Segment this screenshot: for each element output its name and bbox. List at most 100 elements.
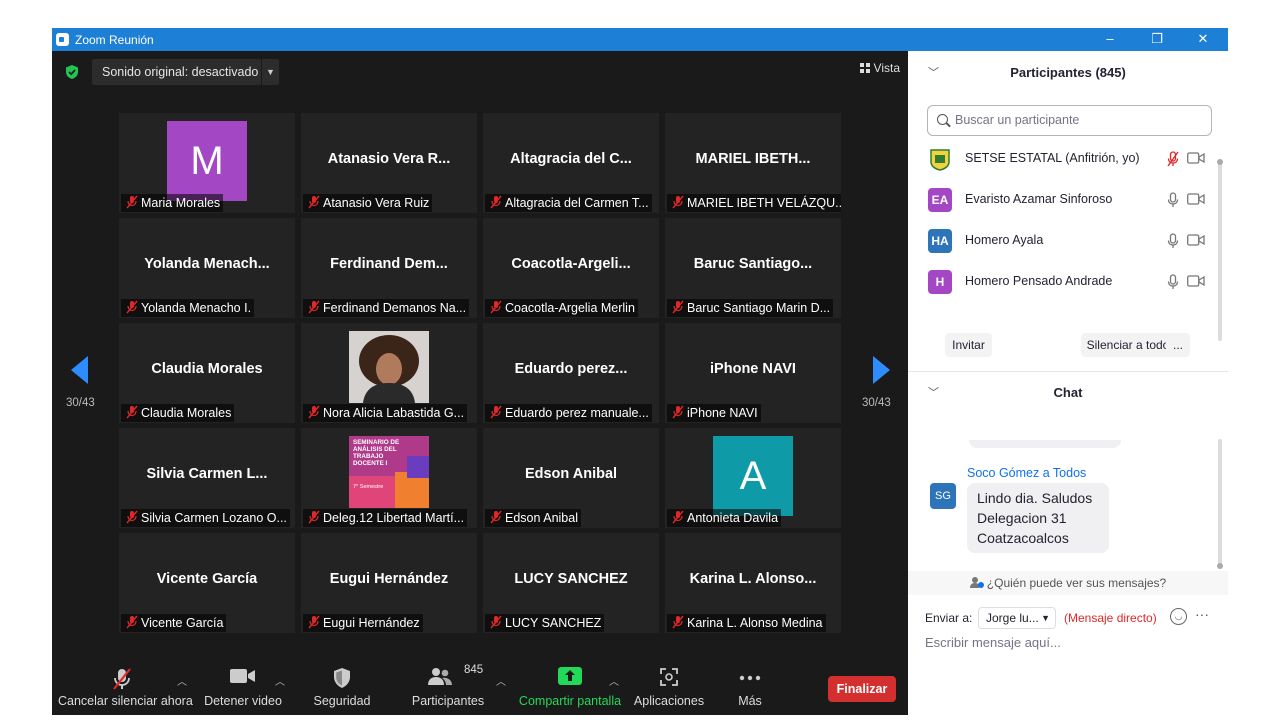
search-icon bbox=[937, 114, 948, 125]
participant-tile[interactable]: Karina L. Alonso... Karina L. Alonso Medi… bbox=[665, 533, 841, 633]
participant-tile[interactable]: Coacotla-Argeli... Coacotla-Argelia Merli… bbox=[483, 218, 659, 318]
participant-tile[interactable]: Altagracia del C... Altagracia del Carmen… bbox=[483, 113, 659, 213]
participant-display-name: MARIEL IBETH... bbox=[695, 151, 811, 167]
video-options-caret-icon[interactable]: ︿ bbox=[275, 673, 285, 688]
participant-row[interactable]: H Homero Pensado Andrade bbox=[908, 262, 1216, 303]
participant-display-name: Edson Anibal bbox=[524, 466, 618, 482]
participant-name: Baruc Santiago Marin D... bbox=[687, 301, 831, 315]
participant-name: Atanasio Vera Ruiz bbox=[323, 196, 430, 210]
more-options-button[interactable]: ... bbox=[1166, 333, 1190, 357]
chevron-down-icon[interactable]: ▼ bbox=[261, 59, 279, 85]
previous-page-arrow-icon[interactable] bbox=[71, 356, 88, 384]
avatar: M bbox=[167, 121, 247, 201]
unmute-button[interactable]: Cancelar silenciar ahora bbox=[58, 651, 193, 715]
participant-tile[interactable]: Edson Anibal Edson Anibal bbox=[483, 428, 659, 528]
participant-tile[interactable]: Ferdinand Dem... Ferdinand Demanos Na... bbox=[301, 218, 477, 318]
participant-name-label: Karina L. Alonso Medina bbox=[667, 614, 826, 632]
original-sound-button[interactable]: Sonido original: desactivado bbox=[92, 59, 262, 85]
chat-message-input[interactable]: Escribir mensaje aquí... bbox=[925, 635, 1215, 650]
apps-icon bbox=[660, 668, 678, 686]
who-can-see-link[interactable]: ¿Quién puede ver sus mensajes? bbox=[908, 571, 1228, 595]
share-options-caret-icon[interactable]: ︿ bbox=[609, 673, 619, 688]
apps-button[interactable]: Aplicaciones bbox=[632, 651, 706, 715]
audio-options-caret-icon[interactable]: ︿ bbox=[177, 673, 187, 688]
chat-scrollbar[interactable] bbox=[1217, 439, 1223, 569]
participant-display-name: Baruc Santiago... bbox=[693, 256, 813, 272]
stop-video-button[interactable]: Detener video bbox=[202, 651, 284, 715]
participant-tile[interactable]: LUCY SANCHEZ LUCY SANCHEZ bbox=[483, 533, 659, 633]
view-label: Vista bbox=[873, 61, 900, 75]
invite-button[interactable]: Invitar bbox=[945, 333, 992, 357]
participants-scrollbar[interactable] bbox=[1217, 159, 1223, 341]
mic-icon[interactable] bbox=[1166, 192, 1180, 208]
participant-tile[interactable]: M Maria Morales bbox=[119, 113, 295, 213]
video-camera-icon[interactable] bbox=[1187, 234, 1205, 246]
mic-icon[interactable] bbox=[1166, 233, 1180, 249]
participant-tile[interactable]: Claudia Morales Claudia Morales bbox=[119, 323, 295, 423]
participant-row[interactable]: EA Evaristo Azamar Sinforoso bbox=[908, 180, 1216, 221]
video-camera-icon[interactable] bbox=[1187, 152, 1205, 164]
collapse-chevron-icon[interactable]: ﹀ bbox=[928, 371, 939, 415]
participants-button[interactable]: 845 Participantes bbox=[408, 651, 488, 715]
participant-row[interactable]: SETSE ESTATAL (Anfitrión, yo) bbox=[908, 139, 1216, 180]
end-meeting-button[interactable]: Finalizar bbox=[828, 676, 896, 702]
participants-options-caret-icon[interactable]: ︿ bbox=[496, 673, 506, 688]
participant-tile[interactable]: iPhone NAVI iPhone NAVI bbox=[665, 323, 841, 423]
participant-name: LUCY SANCHEZ bbox=[505, 616, 602, 630]
participant-tile[interactable]: Nora Alicia Labastida G... bbox=[301, 323, 477, 423]
view-button[interactable]: Vista bbox=[859, 61, 900, 75]
participant-tile[interactable]: Yolanda Menach... Yolanda Menacho I. bbox=[119, 218, 295, 318]
zoom-app-icon bbox=[56, 33, 69, 46]
participant-tile[interactable]: MARIEL IBETH... MARIEL IBETH VELÁZQU... bbox=[665, 113, 841, 213]
collapse-chevron-icon[interactable]: ﹀ bbox=[928, 51, 939, 95]
muted-mic-icon bbox=[490, 510, 502, 524]
recipient-select[interactable]: Jorge lu... ▼ bbox=[978, 607, 1056, 629]
participant-tile[interactable]: SEMINARIO DE ANÁLISIS DEL TRABAJO DOCENTE I… bbox=[301, 428, 477, 528]
participant-name-label: iPhone NAVI bbox=[667, 404, 761, 422]
participant-tile[interactable]: Vicente García Vicente García bbox=[119, 533, 295, 633]
participant-name: Ferdinand Demanos Na... bbox=[323, 301, 467, 315]
mic-icon[interactable] bbox=[1166, 274, 1180, 290]
more-button[interactable]: Más bbox=[720, 651, 780, 715]
unmute-label: Cancelar silenciar ahora bbox=[58, 694, 193, 708]
send-to-label: Enviar a: bbox=[925, 611, 973, 625]
security-label: Seguridad bbox=[313, 694, 371, 708]
message-line: Delegacion 31 bbox=[977, 510, 1067, 526]
participant-name: Edson Anibal bbox=[505, 511, 578, 525]
security-button[interactable]: Seguridad bbox=[306, 651, 378, 715]
participant-name-label: Silvia Carmen Lozano O... bbox=[121, 509, 290, 527]
next-page-arrow-icon[interactable] bbox=[873, 356, 890, 384]
participant-tile[interactable]: Silvia Carmen L... Silvia Carmen Lozano O… bbox=[119, 428, 295, 528]
participant-tile[interactable]: A Antonieta Davila bbox=[665, 428, 841, 528]
muted-mic-icon bbox=[490, 405, 502, 419]
video-camera-icon[interactable] bbox=[1187, 275, 1205, 287]
participant-name-label: Edson Anibal bbox=[485, 509, 581, 527]
encryption-shield-icon[interactable] bbox=[64, 64, 80, 80]
participant-tile[interactable]: Eduardo perez... Eduardo perez manuale... bbox=[483, 323, 659, 423]
participants-title: Participantes (845) bbox=[1010, 65, 1126, 80]
muted-mic-icon[interactable] bbox=[1166, 151, 1180, 167]
participant-row[interactable]: HA Homero Ayala bbox=[908, 221, 1216, 262]
muted-mic-icon bbox=[113, 668, 131, 690]
participant-display-name: Eugui Hernández bbox=[329, 571, 449, 587]
emoji-icon[interactable]: ◡ bbox=[1170, 608, 1187, 625]
participant-tile[interactable]: Atanasio Vera R... Atanasio Vera Ruiz bbox=[301, 113, 477, 213]
participant-tile[interactable]: Eugui Hernández Eugui Hernández bbox=[301, 533, 477, 633]
meeting-area: Sonido original: desactivado ▼ Vista 30/… bbox=[52, 51, 908, 715]
participant-tile[interactable]: Baruc Santiago... Baruc Santiago Marin D.… bbox=[665, 218, 841, 318]
participant-search-input[interactable]: Buscar un participante bbox=[927, 105, 1212, 136]
participant-name: Deleg.12 Libertad Martí... bbox=[323, 511, 465, 525]
restore-button[interactable]: ❐ bbox=[1142, 30, 1172, 48]
participant-display-name: Altagracia del C... bbox=[510, 151, 632, 167]
participant-name: iPhone NAVI bbox=[687, 406, 758, 420]
minimize-button[interactable]: – bbox=[1095, 30, 1125, 48]
message-sender[interactable]: Soco Gómez a Todos bbox=[967, 466, 1086, 480]
close-button[interactable]: ✕ bbox=[1188, 30, 1218, 48]
more-label: Más bbox=[738, 694, 762, 708]
message-bubble: Lindo dia. Saludos Delegacion 31 Coatzac… bbox=[967, 483, 1109, 553]
video-camera-icon[interactable] bbox=[1187, 193, 1205, 205]
muted-mic-icon bbox=[126, 300, 138, 314]
muted-mic-icon bbox=[126, 195, 138, 209]
share-screen-button[interactable]: Compartir pantalla bbox=[518, 651, 622, 715]
chat-more-icon[interactable]: ··· bbox=[1195, 606, 1209, 622]
